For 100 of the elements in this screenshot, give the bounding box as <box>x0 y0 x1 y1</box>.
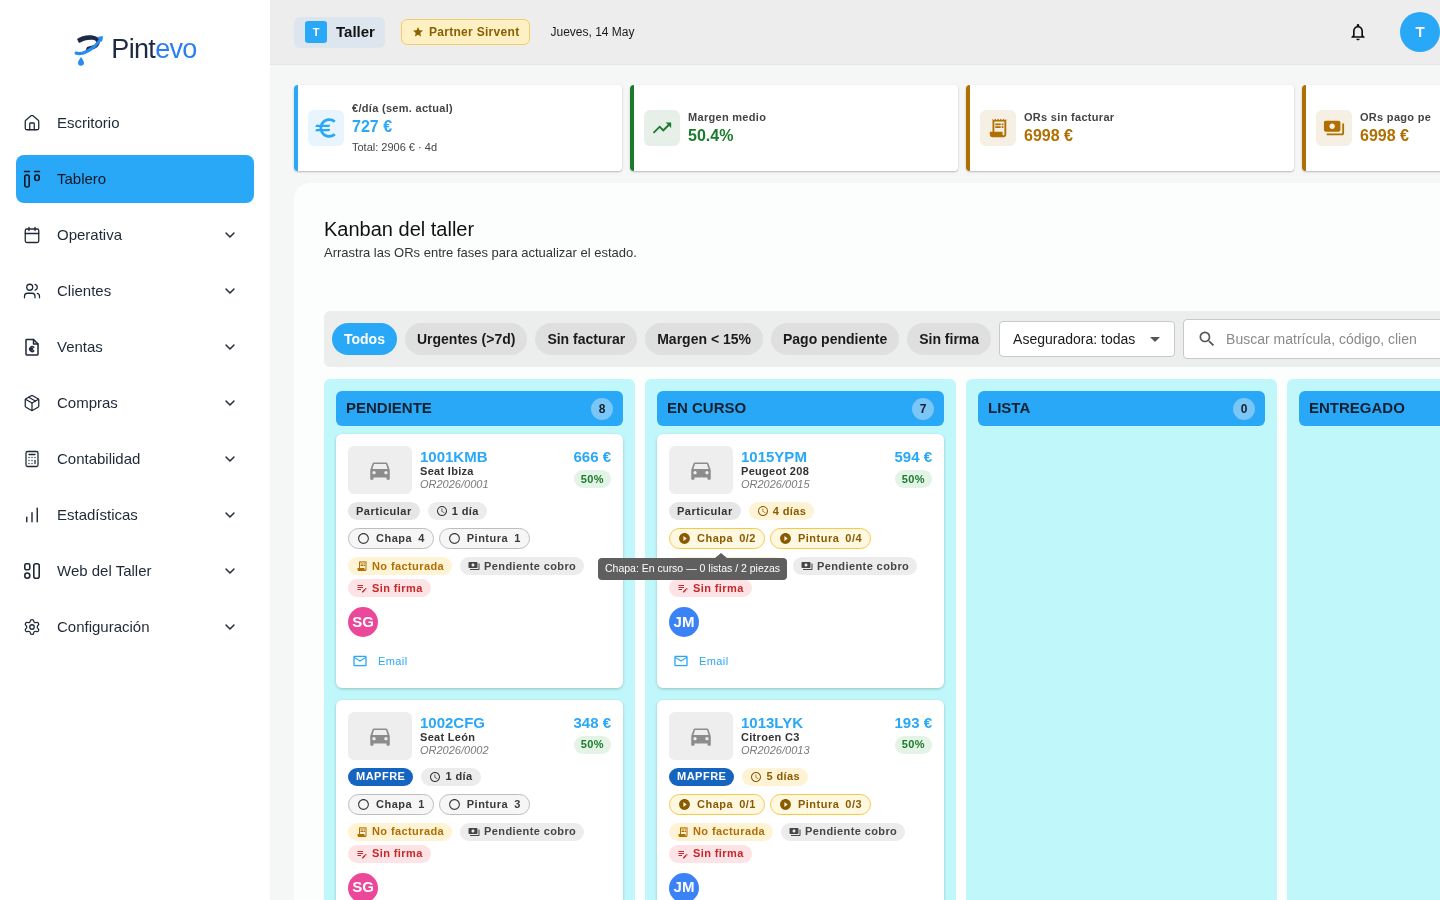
plate-number: 1015YPM <box>741 448 808 465</box>
play-icon <box>678 532 691 545</box>
stage-name: Chapa <box>697 531 734 547</box>
days-text: 5 días <box>766 769 801 785</box>
assignee-avatar: SG <box>348 872 378 900</box>
filter-chip[interactable]: Pago pendiente <box>770 323 900 355</box>
play-icon <box>778 532 792 545</box>
status-text: Pendiente cobro <box>805 824 898 840</box>
client-type-tag: Particular <box>669 502 741 520</box>
nav-item[interactable]: Configuración <box>16 603 254 651</box>
order-number: OR2026/0015 <box>741 478 810 491</box>
notifications-button[interactable] <box>1348 22 1368 42</box>
nav-item[interactable]: Estadísticas <box>16 491 254 539</box>
nav-item[interactable]: Clientes <box>16 267 254 315</box>
assignee-avatar: SG <box>348 607 378 637</box>
logo-text: Pintevo <box>111 33 197 67</box>
vehicle-model: Peugeot 208 <box>741 465 810 478</box>
client-type-tag: MAPFRE <box>669 767 735 786</box>
euro-icon <box>308 110 344 146</box>
status-text: Pendiente cobro <box>484 824 577 840</box>
column-count: 7 <box>912 397 934 420</box>
status-text: Sin firma <box>693 580 744 596</box>
order-number: OR2026/0013 <box>741 743 810 757</box>
filter-chip[interactable]: Margen < 15% <box>645 323 763 355</box>
kpi-value: 50.4% <box>688 125 735 146</box>
order-price: 348 € <box>573 713 611 731</box>
workshop-initial: T <box>305 21 327 43</box>
stage-name: Pintura <box>797 531 840 547</box>
clock-icon <box>435 505 448 517</box>
margin-tag: 50% <box>573 735 611 754</box>
home-icon <box>23 114 41 132</box>
status-text: Sin firma <box>372 846 423 862</box>
trend-up-icon <box>644 110 680 146</box>
stage-name: Pintura <box>466 531 509 547</box>
kpi-subtext: Total: 2906 € · 4d <box>352 140 438 155</box>
kpi-label: Margen medio <box>688 109 767 125</box>
board-subtitle: Arrastra las ORs entre fases para actualizar el estado. <box>324 244 638 262</box>
workshop-selector[interactable]: T Taller <box>294 16 385 48</box>
kpi-label: ORs pago pe <box>1360 109 1432 125</box>
margin-tag: 50% <box>894 470 932 488</box>
caret-icon <box>1150 336 1161 342</box>
status-text: Pendiente cobro <box>484 558 577 574</box>
column-title: LISTA <box>988 398 1031 419</box>
clock-icon <box>756 505 769 517</box>
kpi-value: 6998 € <box>1024 125 1074 146</box>
kpi-label: €/día (sem. actual) <box>352 101 454 116</box>
nav-item[interactable]: Operativa <box>16 211 254 259</box>
box-icon <box>23 394 41 412</box>
users-icon <box>23 282 41 300</box>
invoice-icon <box>23 338 41 356</box>
kpi-value: 6998 € <box>1360 125 1410 146</box>
filter-chip[interactable]: Sin firma <box>907 323 992 355</box>
nav-item[interactable]: Web del Taller <box>16 547 254 595</box>
calendar-icon <box>23 226 41 244</box>
status-text: No facturada <box>372 824 445 840</box>
order-price: 594 € <box>894 448 932 465</box>
column-count: 8 <box>591 397 613 420</box>
stage-count: 1 <box>514 531 521 547</box>
partner-label: Partner Sirvent <box>428 24 520 41</box>
current-date: Jueves, 14 May <box>550 24 635 41</box>
margin-tag: 50% <box>573 470 611 488</box>
filter-chip[interactable]: Urgentes (>7d) <box>404 323 528 355</box>
bell-icon <box>1348 22 1368 42</box>
days-text: 1 día <box>451 503 479 519</box>
nav-item[interactable]: Tablero <box>16 155 254 203</box>
clock-icon <box>750 770 763 783</box>
order-price: 193 € <box>894 713 932 731</box>
kpi-value: 727 € <box>352 117 394 137</box>
receipt-icon <box>356 825 368 838</box>
order-number: OR2026/0001 <box>420 478 489 491</box>
status-text: No facturada <box>693 824 766 840</box>
nav-item[interactable]: Ventas <box>16 323 254 371</box>
signature-icon <box>356 582 368 594</box>
banknote-icon <box>1316 110 1352 146</box>
receipt-icon <box>356 560 368 572</box>
cash-icon <box>468 825 481 838</box>
nav-item[interactable]: Compras <box>16 379 254 427</box>
cash-icon <box>801 560 813 572</box>
play-icon <box>778 797 792 811</box>
play-icon <box>678 797 691 811</box>
stage-count: 0/4 <box>845 531 863 547</box>
filter-chip[interactable]: Sin facturar <box>535 323 638 355</box>
nav-item[interactable]: Contabilidad <box>16 435 254 483</box>
search-field[interactable]: Buscar matrícula, código, clien <box>1183 319 1440 359</box>
margin-tag: 50% <box>894 735 932 754</box>
cash-icon <box>789 825 802 838</box>
status-text: Sin firma <box>693 846 744 862</box>
stage-name: Chapa <box>697 796 734 812</box>
cash-icon <box>468 560 481 572</box>
plate-number: 1013LYK <box>741 713 804 731</box>
receipt-icon <box>980 110 1016 146</box>
days-text: 4 días <box>772 503 807 519</box>
stage-name: Pintura <box>466 796 509 812</box>
order-number: OR2026/0002 <box>420 743 489 757</box>
insurer-select[interactable]: Aseguradora: todas <box>999 321 1176 357</box>
plate-number: 1001KMB <box>420 448 489 465</box>
settings-icon <box>23 618 41 636</box>
star-icon <box>411 26 424 38</box>
column-title: PENDIENTE <box>346 398 432 419</box>
nav-item[interactable]: Escritorio <box>16 99 254 147</box>
